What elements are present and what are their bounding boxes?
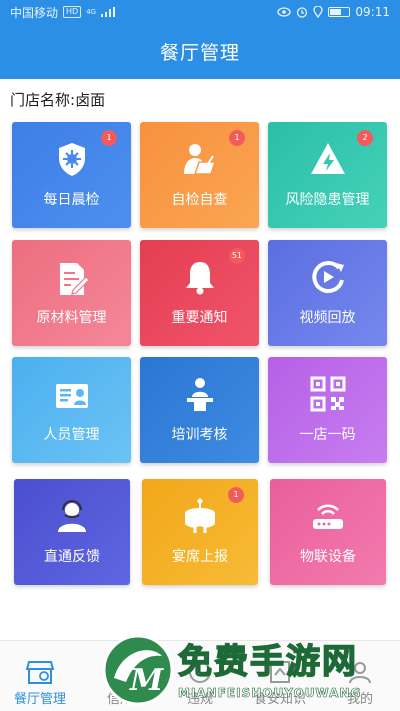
tile-risk-management[interactable]: 风险隐患管理 2: [268, 122, 387, 228]
tile-training-assessment[interactable]: 培训考核: [140, 357, 259, 463]
video-replay-icon: [311, 261, 344, 294]
carrier-label: 中国移动: [10, 5, 59, 20]
qr-code-icon: [310, 376, 345, 412]
watermark-text: 免费手游网: [177, 641, 358, 683]
hd-badge: HD: [63, 6, 82, 18]
store-name-label: 门店名称:: [10, 91, 76, 109]
tile-important-notice[interactable]: 重要通知 51: [140, 240, 259, 346]
count-badge: 2: [357, 130, 373, 146]
tile-label: 重要通知: [171, 310, 228, 326]
warning-bolt-icon: [310, 143, 345, 174]
person-writing-icon: [183, 144, 216, 175]
status-bar: 中国移动 HD 4G 09:11: [0, 0, 400, 24]
tile-label: 一店一码: [299, 427, 356, 443]
tile-label: 直通反馈: [44, 549, 100, 565]
page-title: 餐厅管理: [0, 24, 400, 79]
tile-video-replay[interactable]: 视频回放: [268, 240, 387, 346]
count-badge: 1: [229, 130, 245, 146]
tile-staff-management[interactable]: 人员管理: [12, 357, 131, 463]
network-type: 4G: [86, 8, 97, 16]
location-icon: [313, 6, 324, 18]
tile-label: 风险隐患管理: [285, 192, 370, 208]
tile-label: 自检自查: [171, 192, 228, 208]
tile-iot-devices[interactable]: 物联设备: [270, 479, 386, 585]
watermark-logo-icon: M: [102, 634, 174, 706]
tile-label: 人员管理: [43, 427, 100, 443]
document-edit-icon: [59, 263, 90, 295]
watermark-url: MIANFEISHOUYOUWANG: [178, 686, 362, 701]
store-icon: [26, 661, 54, 684]
battery-icon: [328, 7, 351, 17]
store-name-row: 门店名称:卤面: [10, 89, 105, 110]
tile-label: 培训考核: [171, 427, 228, 443]
tile-label: 视频回放: [299, 310, 356, 326]
id-card-icon: [55, 384, 88, 408]
tile-self-inspection[interactable]: 自检自查 1: [140, 122, 259, 228]
watermark: M 免费手游网 MIANFEISHOUYOUWANG: [100, 632, 400, 711]
virus-shield-icon: [58, 143, 85, 176]
tile-label: 物联设备: [300, 549, 356, 565]
signal-icon: [101, 7, 116, 17]
router-icon: [313, 504, 343, 529]
tile-raw-materials[interactable]: 原材料管理: [12, 240, 131, 346]
tile-direct-feedback[interactable]: 直通反馈: [14, 479, 130, 585]
tile-banquet-report[interactable]: 宴席上报 1: [142, 479, 258, 585]
banquet-table-icon: [185, 498, 215, 533]
count-badge: 1: [101, 130, 117, 146]
tile-label: 每日晨检: [43, 192, 100, 208]
eye-icon: [277, 7, 292, 17]
tile-store-qr-code[interactable]: 一店一码: [268, 357, 387, 463]
tab-label: 餐厅管理: [13, 692, 66, 707]
tile-daily-morning-check[interactable]: 每日晨检 1: [12, 122, 131, 228]
svg-text:M: M: [129, 663, 164, 698]
count-badge: 51: [228, 248, 245, 264]
clock: 09:11: [355, 5, 390, 19]
support-agent-icon: [58, 500, 86, 532]
tile-label: 宴席上报: [172, 549, 228, 565]
tab-restaurant-management[interactable]: 餐厅管理: [0, 641, 80, 711]
store-name-value: 卤面: [75, 91, 106, 109]
tile-label: 原材料管理: [36, 310, 107, 326]
count-badge: 1: [228, 487, 244, 503]
alarm-icon: [297, 7, 308, 18]
bell-icon: [185, 262, 214, 295]
lecturer-icon: [186, 378, 213, 411]
